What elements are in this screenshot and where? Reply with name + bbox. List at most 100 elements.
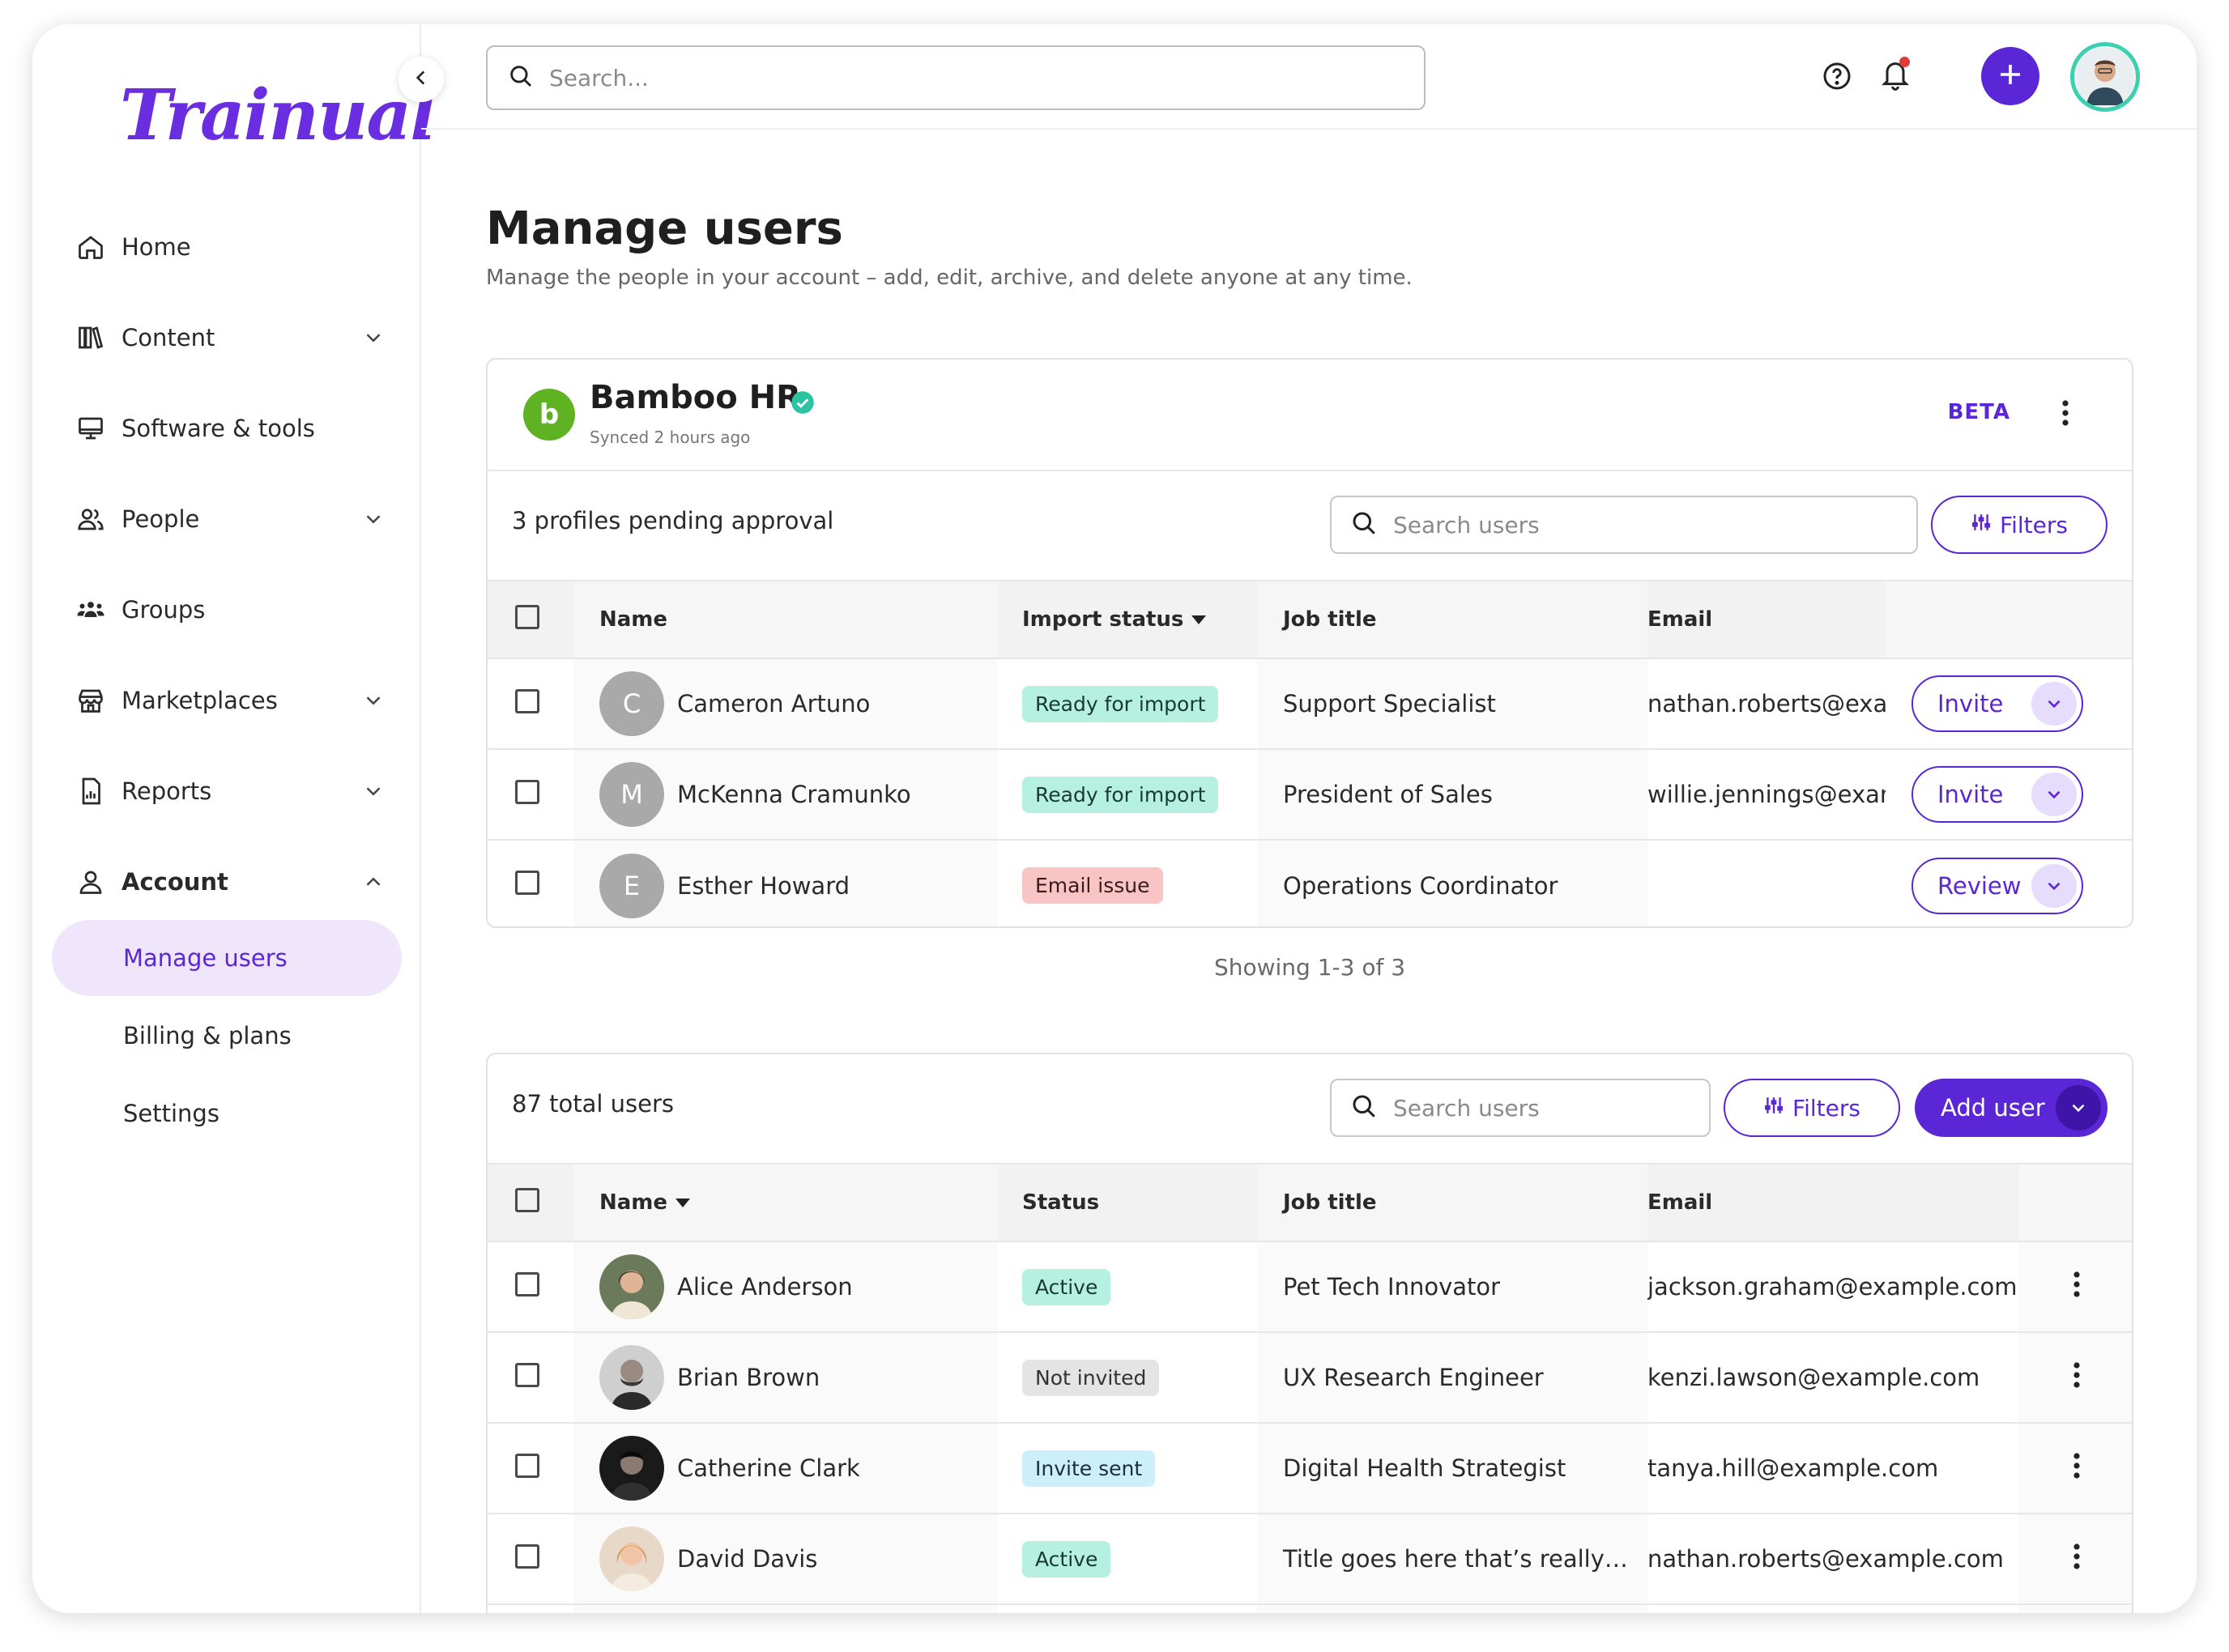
row-more-options-icon[interactable]	[2072, 1543, 2082, 1577]
chevron-down-icon[interactable]	[2031, 773, 2077, 816]
caret-down-icon	[674, 1190, 692, 1215]
more-options-icon[interactable]	[2061, 398, 2070, 431]
user-name[interactable]: Cameron Artuno	[677, 690, 870, 717]
column-header-name[interactable]: Name	[573, 580, 998, 659]
status-badge: Email issue	[1022, 867, 1163, 904]
page-title: Manage users	[486, 202, 843, 255]
review-button[interactable]: Review	[1911, 857, 2083, 914]
sidebar-item-reports[interactable]: Reports	[75, 763, 415, 820]
sidebar-item-groups[interactable]: Groups	[75, 581, 415, 638]
users-search-input[interactable]: Search users	[1330, 1079, 1711, 1137]
all-users-card: 87 total users Search users Filters Add …	[486, 1053, 2133, 1613]
search-placeholder: Search users	[1393, 511, 1540, 539]
row-checkbox[interactable]	[515, 1453, 539, 1478]
status-badge: Invite sent	[1022, 1450, 1156, 1487]
invite-button[interactable]: Invite	[1911, 675, 2083, 732]
column-header-name[interactable]: Name	[573, 1163, 998, 1242]
pending-filters-button[interactable]: Filters	[1931, 496, 2108, 554]
user-name[interactable]: Catherine Clark	[677, 1454, 860, 1482]
create-button[interactable]	[1981, 47, 2039, 105]
job-title: UX Research Engineer	[1257, 1332, 1647, 1424]
user-name[interactable]: McKenna Cramunko	[677, 781, 911, 808]
search-placeholder: Search...	[549, 64, 649, 92]
add-user-button[interactable]: Add user	[1915, 1079, 2108, 1137]
chevron-down-icon[interactable]	[2031, 682, 2077, 726]
chevron-down-icon[interactable]	[361, 688, 386, 718]
sidebar-item-label: Content	[121, 324, 215, 351]
sidebar-item-content[interactable]: Content	[75, 309, 415, 366]
pending-search-input[interactable]: Search users	[1330, 496, 1918, 554]
invite-button[interactable]: Invite	[1911, 766, 2083, 823]
sidebar-subitem-settings[interactable]: Settings	[52, 1075, 402, 1152]
user-name[interactable]: David Davis	[677, 1545, 817, 1573]
status-badge: Active	[1022, 1540, 1111, 1577]
users-filters-button[interactable]: Filters	[1724, 1079, 1900, 1137]
row-checkbox[interactable]	[515, 1271, 539, 1296]
pending-count: 3 profiles pending approval	[512, 507, 834, 534]
table-row: Brian Brown Not invited UX Research Engi…	[488, 1332, 2132, 1424]
sidebar-subitem-manage-users[interactable]: Manage users	[52, 920, 402, 996]
email: willie.jennings@example.com	[1647, 749, 1886, 841]
sidebar-item-home[interactable]: Home	[75, 219, 415, 275]
sidebar-item-marketplaces[interactable]: Marketplaces	[75, 672, 415, 729]
column-header-job-title[interactable]: Job title	[1257, 1163, 1647, 1242]
email	[1647, 840, 1886, 926]
row-checkbox[interactable]	[515, 1543, 539, 1569]
column-header-email[interactable]: Email	[1647, 1163, 2018, 1242]
email: nathan.roberts@example.com	[1647, 658, 1886, 750]
table-row: C Cameron Artuno Ready for import Support…	[488, 658, 2132, 750]
chevron-down-icon[interactable]	[361, 779, 386, 809]
select-all-checkbox[interactable]	[515, 604, 539, 629]
user-icon	[75, 866, 107, 898]
job-title: Digital Health Strategist	[1257, 1423, 1647, 1514]
sidebar-subitem-billing-plans[interactable]: Billing & plans	[52, 998, 402, 1074]
row-more-options-icon[interactable]	[2072, 1271, 2082, 1305]
status-badge: Not invited	[1022, 1359, 1160, 1396]
chevron-up-icon[interactable]	[361, 870, 386, 900]
sidebar-item-label: Marketplaces	[121, 687, 278, 714]
trainual-logo[interactable]: Trainual	[120, 75, 437, 156]
row-more-options-icon[interactable]	[2072, 1452, 2082, 1486]
collapse-sidebar-button[interactable]	[398, 57, 444, 102]
status-badge: Ready for import	[1022, 685, 1219, 722]
column-header-import-status[interactable]: Import status	[998, 580, 1257, 659]
status-badge: Ready for import	[1022, 776, 1219, 813]
button-label: Invite	[1937, 781, 2004, 808]
user-name[interactable]: Alice Anderson	[677, 1273, 853, 1301]
user-avatar[interactable]	[2070, 42, 2140, 112]
notification-dot	[1899, 57, 1910, 67]
chevron-down-icon[interactable]	[361, 326, 386, 356]
sidebar-item-account[interactable]: Account	[75, 854, 415, 910]
button-label: Review	[1937, 871, 2022, 900]
user-name[interactable]: Esther Howard	[677, 872, 850, 900]
chevron-down-icon[interactable]	[2056, 1085, 2101, 1130]
chevron-down-icon[interactable]	[2031, 863, 2077, 908]
people-icon	[75, 503, 107, 535]
sidebar-item-people[interactable]: People	[75, 491, 415, 547]
row-checkbox[interactable]	[515, 688, 539, 713]
row-checkbox[interactable]	[515, 871, 539, 895]
chevron-down-icon[interactable]	[361, 507, 386, 537]
column-header-job-title[interactable]: Job title	[1257, 580, 1647, 659]
row-checkbox[interactable]	[515, 1362, 539, 1387]
sidebar: Trainual Home Content Software & tools P…	[32, 24, 437, 1613]
column-header-email[interactable]: Email	[1647, 580, 1886, 659]
global-search-input[interactable]: Search...	[486, 45, 1426, 110]
select-all-checkbox[interactable]	[515, 1187, 539, 1212]
email: nathan.roberts@example.com	[1647, 1514, 2018, 1605]
help-icon[interactable]	[1821, 60, 1853, 96]
bamboo-hr-logo-icon: b	[523, 389, 575, 441]
sidebar-item-software-tools[interactable]: Software & tools	[75, 400, 415, 457]
job-title: Title goes here that’s really…	[1257, 1514, 1647, 1605]
sidebar-item-label: People	[121, 505, 200, 533]
pending-toolbar: 3 profiles pending approval Search users…	[488, 471, 2132, 580]
user-name[interactable]: Brian Brown	[677, 1364, 820, 1391]
avatar: E	[599, 853, 664, 918]
row-checkbox[interactable]	[515, 779, 539, 804]
column-header-status[interactable]: Status	[998, 1163, 1257, 1242]
row-more-options-icon[interactable]	[2072, 1361, 2082, 1395]
table-header-row: Name Status Job title Email	[488, 1163, 2132, 1242]
notifications-bell-icon[interactable]	[1879, 57, 1911, 96]
job-title: Support Specialist	[1257, 658, 1647, 750]
books-icon	[75, 321, 107, 354]
